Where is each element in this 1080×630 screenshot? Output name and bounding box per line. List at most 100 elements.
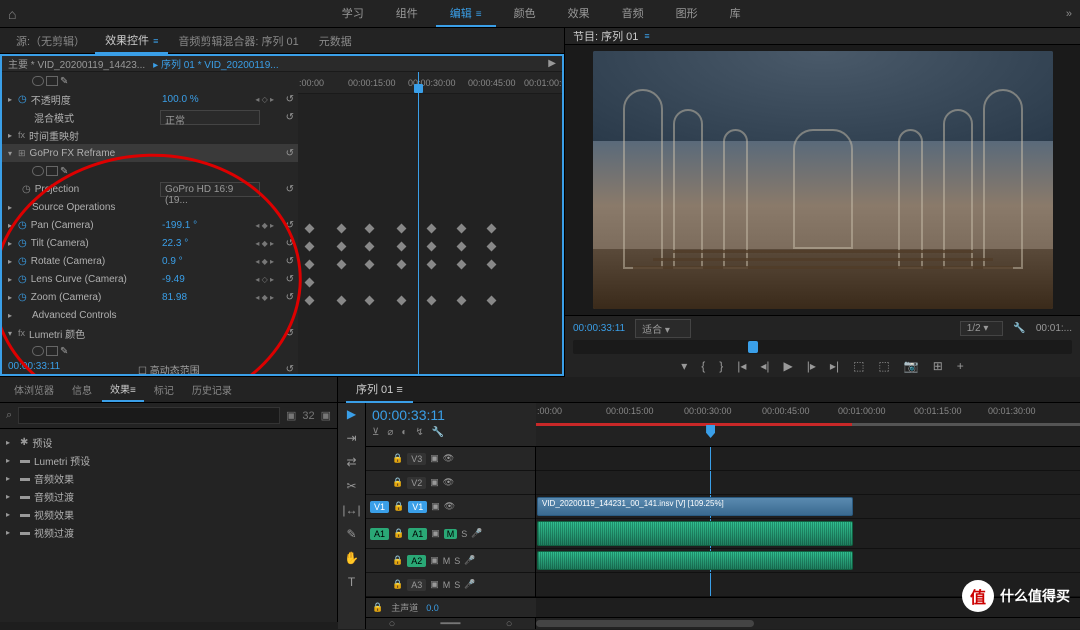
tab-library[interactable]: 库 bbox=[716, 1, 755, 27]
tilt-value[interactable]: 22.3 ° bbox=[162, 238, 188, 249]
export-frame-icon[interactable]: 📷 bbox=[904, 359, 919, 373]
tab-audio[interactable]: 音频 bbox=[608, 1, 658, 27]
audio-clip-a1[interactable] bbox=[537, 521, 853, 546]
solo-icon[interactable]: S bbox=[454, 580, 460, 590]
timeline-ruler-area[interactable]: :00:00 00:00:15:00 00:00:30:00 00:00:45:… bbox=[536, 403, 1080, 446]
lock-icon[interactable]: 🔒 bbox=[392, 579, 403, 590]
track-a3-header[interactable]: 🔒A3▣MS🎤 bbox=[366, 573, 535, 597]
pan-value[interactable]: -199.1 ° bbox=[162, 220, 197, 231]
track-v2[interactable] bbox=[536, 471, 1080, 495]
resolution-dropdown[interactable]: 1/2 ▾ bbox=[960, 321, 1004, 336]
twisty-icon[interactable]: ▸ bbox=[8, 293, 18, 302]
button-editor-icon[interactable]: + bbox=[957, 359, 964, 373]
mask-ellipse-icon[interactable] bbox=[32, 166, 44, 176]
reset-icon[interactable]: ↺ bbox=[286, 112, 294, 123]
settings-icon[interactable]: 🔧 bbox=[1013, 323, 1025, 334]
track-select-tool-icon[interactable]: ⇥ bbox=[346, 431, 356, 445]
tab-learn[interactable]: 学习 bbox=[328, 1, 378, 27]
mask-rect-icon[interactable] bbox=[46, 76, 58, 86]
tree-audio-trans[interactable]: ▸▬音频过渡 bbox=[6, 487, 331, 505]
tree-presets[interactable]: ▸✱预设 bbox=[6, 433, 331, 451]
panel-menu-icon[interactable]: ≡ bbox=[644, 31, 649, 41]
reset-icon[interactable]: ↺ bbox=[286, 364, 294, 375]
reset-icon[interactable]: ↺ bbox=[286, 220, 294, 231]
opacity-value[interactable]: 100.0 % bbox=[162, 94, 199, 105]
track-v1[interactable]: VID_20200119_144231_00_141.insv [V] [109… bbox=[536, 495, 1080, 519]
solo-icon[interactable]: S bbox=[454, 556, 460, 566]
keyframe-nav[interactable]: ◂ ◆ ▸ bbox=[255, 293, 274, 302]
type-tool-icon[interactable]: T bbox=[348, 575, 355, 589]
lock-icon[interactable]: 🔒 bbox=[393, 528, 404, 539]
ptab-info[interactable]: 信息 bbox=[64, 378, 100, 401]
fx-icon[interactable]: fx bbox=[18, 130, 25, 140]
fx-icon[interactable]: fx bbox=[18, 328, 25, 338]
keyframe-nav[interactable]: ◂ ◇ ▸ bbox=[255, 95, 274, 104]
razor-tool-icon[interactable]: ✂ bbox=[346, 479, 356, 493]
tab-graphics[interactable]: 图形 bbox=[662, 1, 712, 27]
reset-icon[interactable]: ↺ bbox=[286, 274, 294, 285]
panel-menu-icon[interactable]: ≡ bbox=[153, 36, 158, 46]
prop-gopro-reframe[interactable]: GoPro FX Reframe bbox=[30, 148, 116, 159]
lock-icon[interactable]: 🔒 bbox=[372, 602, 383, 613]
zoom-out-icon[interactable]: ○ bbox=[389, 618, 396, 630]
track-a1-header[interactable]: A1🔒A1▣MS🎤 bbox=[366, 519, 535, 549]
track-v1-header[interactable]: V1🔒V1▣👁 bbox=[366, 495, 535, 519]
eye-icon[interactable]: 👁 bbox=[443, 477, 454, 488]
target-icon[interactable]: ▣ bbox=[430, 579, 439, 590]
keyframe-nav[interactable]: ◂ ◇ ▸ bbox=[255, 275, 274, 284]
timeline-scrollbar[interactable] bbox=[536, 618, 1080, 629]
blend-dropdown[interactable]: 正常 bbox=[160, 110, 260, 125]
kf-track-tilt[interactable] bbox=[298, 238, 562, 256]
prop-lens[interactable]: Lens Curve (Camera) bbox=[31, 274, 127, 285]
mute-icon[interactable]: M bbox=[444, 529, 458, 539]
tree-audio-fx[interactable]: ▸▬音频效果 bbox=[6, 469, 331, 487]
zoom-value[interactable]: 81.98 bbox=[162, 292, 187, 303]
effects-search-input[interactable] bbox=[18, 407, 280, 424]
ptab-metadata[interactable]: 元数据 bbox=[309, 29, 362, 53]
reset-icon[interactable]: ↺ bbox=[286, 238, 294, 249]
tree-video-trans[interactable]: ▸▬视频过渡 bbox=[6, 523, 331, 541]
panel-menu-icon[interactable]: ≡ bbox=[396, 384, 402, 396]
twisty-icon[interactable]: ▸ bbox=[8, 257, 18, 266]
overflow-icon[interactable]: » bbox=[1066, 8, 1072, 20]
reset-icon[interactable]: ↺ bbox=[286, 256, 294, 267]
track-v3[interactable] bbox=[536, 447, 1080, 471]
ptab-effects[interactable]: 效果≡ bbox=[102, 377, 144, 402]
twisty-icon[interactable]: ▸ bbox=[8, 131, 18, 140]
lens-value[interactable]: -9.49 bbox=[162, 274, 185, 285]
program-scrubber[interactable] bbox=[573, 340, 1072, 354]
reset-icon[interactable]: ↺ bbox=[286, 94, 294, 105]
prop-source-ops[interactable]: Source Operations bbox=[32, 202, 115, 213]
stopwatch-icon[interactable]: ◷ bbox=[18, 292, 27, 303]
stopwatch-icon[interactable]: ◷ bbox=[18, 256, 27, 267]
ptab-effect-controls[interactable]: 效果控件≡ bbox=[95, 28, 168, 54]
mark-in-icon[interactable]: { bbox=[701, 359, 705, 373]
keyframe-nav[interactable]: ◂ ◆ ▸ bbox=[255, 257, 274, 266]
effect-current-time[interactable]: 00:00:33:11 bbox=[8, 361, 60, 372]
marker-icon[interactable]: ◐ bbox=[401, 427, 407, 438]
mute-icon[interactable]: M bbox=[443, 580, 451, 590]
ptab-audio-mixer[interactable]: 音频剪辑混合器: 序列 01 bbox=[168, 29, 308, 53]
mask-ellipse-icon[interactable] bbox=[32, 76, 44, 86]
target-icon[interactable]: ▣ bbox=[430, 477, 439, 488]
source-patch[interactable]: V1 bbox=[370, 501, 389, 513]
tab-color[interactable]: 颜色 bbox=[500, 1, 550, 27]
pen-tool-icon[interactable]: ✎ bbox=[346, 527, 356, 541]
target-icon[interactable]: ▣ bbox=[431, 528, 440, 539]
goto-in-icon[interactable]: |◂ bbox=[737, 359, 746, 373]
eye-icon[interactable]: 👁 bbox=[444, 501, 455, 512]
lock-icon[interactable]: 🔒 bbox=[392, 555, 403, 566]
twisty-icon[interactable]: ▸ bbox=[8, 221, 18, 230]
reset-icon[interactable]: ↺ bbox=[286, 184, 294, 195]
prop-lumetri[interactable]: Lumetri 颜色 bbox=[29, 326, 85, 341]
lock-icon[interactable]: 🔒 bbox=[392, 453, 403, 464]
twisty-icon[interactable]: ▸ bbox=[8, 95, 18, 104]
mask-pen-icon[interactable]: ✎ bbox=[60, 346, 72, 356]
mask-pen-icon[interactable]: ✎ bbox=[60, 166, 72, 176]
stopwatch-icon[interactable]: ◷ bbox=[18, 238, 27, 249]
mask-rect-icon[interactable] bbox=[46, 346, 58, 356]
target-icon[interactable]: ▣ bbox=[430, 555, 439, 566]
target-icon[interactable]: ▣ bbox=[431, 501, 440, 512]
twisty-icon[interactable]: ▾ bbox=[8, 329, 18, 338]
tree-lumetri[interactable]: ▸▬Lumetri 预设 bbox=[6, 451, 331, 469]
